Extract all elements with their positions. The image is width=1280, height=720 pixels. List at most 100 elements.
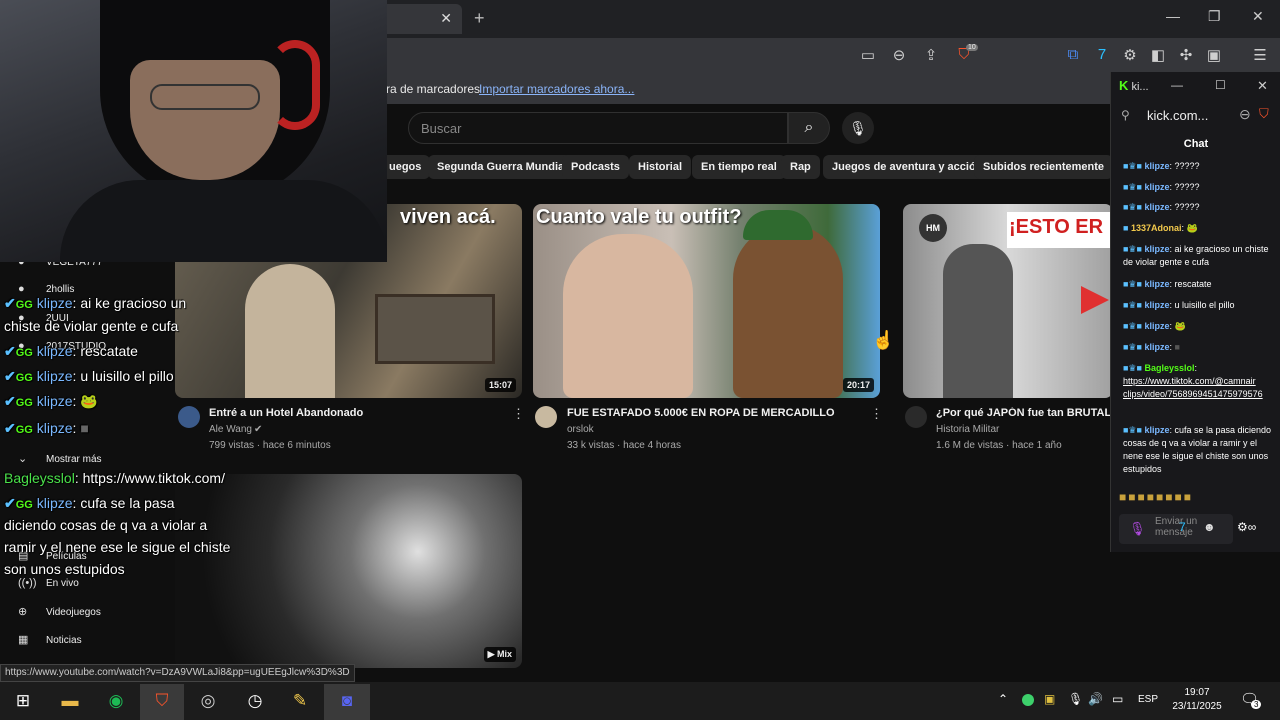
menu-icon[interactable]: ☰ (1250, 46, 1270, 64)
windows-start-icon[interactable]: ⊞ (8, 689, 38, 713)
app-icon[interactable]: ✎ (285, 689, 315, 713)
chat-settings-icon[interactable]: ⚙∞ (1237, 520, 1256, 534)
microphone-icon[interactable]: 🎙 (1129, 521, 1146, 537)
kick-message-input[interactable]: 🎙 Enviar un mensaje 7 ☻ (1119, 514, 1233, 544)
kick-chat-message: ■♛■ Bagleysslol: https://www.tiktok.com/… (1123, 363, 1263, 399)
taskbar-clock[interactable]: 19:07 23/11/2025 (1168, 686, 1226, 714)
translate-icon[interactable]: ⧉ (1063, 46, 1083, 63)
sidebar-item-noticias[interactable]: ▦ Noticias (18, 633, 82, 646)
link-status-bar: https://www.youtube.com/watch?v=DzA9VWLa… (0, 664, 355, 682)
news-icon: ▦ (18, 634, 29, 646)
chip-podcasts[interactable]: Podcasts (562, 155, 629, 179)
video-title-2[interactable]: FUE ESTAFADO 5.000€ EN ROPA DE MERCADILL… (567, 407, 835, 419)
video-title-1[interactable]: Entré a un Hotel Abandonado (209, 407, 363, 419)
sidebar-item-subscription[interactable]: ● 2hollis (18, 283, 74, 295)
video-meta-2: 33 k vistas · hace 4 horas (567, 440, 681, 451)
video-title-3[interactable]: ¿Por qué JAPÓN fue tan BRUTAL e (936, 407, 1112, 419)
kick-chat-message: ■♛■ klipze: ????? (1123, 182, 1200, 192)
brave-browser-icon[interactable]: ⛉ (147, 689, 177, 713)
clock-app-icon[interactable]: ◷ (240, 689, 270, 713)
emote-bar[interactable]: ■■■■■■■■ (1119, 490, 1275, 508)
chip-en-tiempo-real[interactable]: En tiempo real (692, 155, 786, 179)
kick-url[interactable]: kick.com... (1147, 108, 1208, 123)
cast-icon[interactable]: ▭ (858, 46, 878, 64)
volume-icon[interactable]: 🔊 (1088, 692, 1103, 706)
gamepad-icon: ⊕ (18, 606, 28, 618)
extension-2-icon[interactable]: ◧ (1148, 46, 1168, 64)
avatar[interactable] (535, 406, 557, 428)
chip-subidos-recientemente[interactable]: Subidos recientemente (974, 155, 1114, 179)
sidebar-item-en-vivo[interactable]: ((•)) En vivo (18, 577, 79, 589)
puzzle-icon[interactable]: ✣ (1176, 46, 1196, 64)
site-settings-icon[interactable]: ⚲ (1121, 108, 1130, 122)
emoji-icon[interactable]: ☻ (1203, 520, 1216, 534)
extension-7tv-icon[interactable]: 7 (1092, 46, 1112, 63)
mix-label: ▶ Mix (483, 647, 516, 662)
sidebar-show-more[interactable]: ⌄ Mostrar más (18, 452, 102, 465)
maximize-icon[interactable]: ❐ (1208, 8, 1221, 25)
minimize-icon[interactable]: — (1171, 78, 1183, 92)
more-options-icon[interactable]: ⋮ (870, 406, 883, 422)
spotify-icon[interactable]: ◉ (101, 689, 131, 713)
overlay-chat-line: son unos estupidos (4, 561, 125, 577)
sidebar-item-videojuegos[interactable]: ⊕ Videojuegos (18, 605, 101, 618)
discord-icon[interactable]: ◙ (332, 689, 362, 713)
chip-segunda-guerra[interactable]: Segunda Guerra Mundial (428, 155, 577, 179)
kick-chat-message: ■♛■ klipze: ai ke gracioso un chiste de … (1123, 244, 1269, 267)
video-thumbnail-2[interactable]: Cuanto vale tu outfit? 20:17 (533, 204, 880, 398)
maximize-icon[interactable]: ☐ (1215, 78, 1226, 92)
video-duration: 15:07 (484, 378, 516, 392)
search-placeholder: Buscar (421, 121, 462, 136)
chip-rap[interactable]: Rap (781, 155, 820, 179)
network-icon[interactable]: ▭ (1112, 692, 1123, 706)
zoom-icon[interactable]: ⊖ (1239, 106, 1251, 123)
avatar[interactable] (178, 406, 200, 428)
kick-logo-icon: K (1119, 78, 1129, 93)
obs-icon[interactable]: ◎ (193, 689, 223, 713)
new-tab-icon[interactable]: + (474, 8, 485, 29)
zoom-icon[interactable]: ⊖ (889, 46, 909, 64)
file-explorer-icon[interactable]: ▬ (55, 689, 85, 713)
thumbnail-figure (943, 244, 1013, 398)
close-window-icon[interactable]: ✕ (1252, 8, 1264, 25)
kick-chat-header: Chat (1183, 138, 1209, 150)
video-thumbnail-3[interactable]: ¡ESTO ER HM (903, 204, 1113, 398)
more-options-icon[interactable]: ⋮ (512, 406, 525, 422)
chip-juegos-aventura[interactable]: Juegos de aventura y acción (823, 155, 992, 179)
video-thumbnail-mix[interactable]: ▶ Mix (175, 474, 522, 668)
close-tab-icon[interactable]: ✕ (440, 10, 452, 27)
extension-7tv-icon[interactable]: 7 (1179, 520, 1186, 534)
microphone-icon[interactable]: 🎙 (1068, 692, 1083, 706)
kick-chat-window: K ki... — ☐ ✕ ⚲ kick.com... ⊖ ⛉ Chat ■♛■… (1110, 72, 1280, 552)
video-channel-3[interactable]: Historia Militar (936, 424, 999, 435)
minimize-icon[interactable]: — (1166, 8, 1180, 24)
thumbnail-person (245, 264, 335, 398)
chevron-down-icon: ⌄ (18, 453, 28, 465)
video-channel-1[interactable]: Ale Wang (209, 424, 252, 435)
tray-app-icon[interactable]: ▣ (1044, 692, 1055, 706)
cursor-hand-icon: ☝ (872, 330, 895, 350)
extension-icon[interactable]: ⚙ (1120, 46, 1140, 64)
microphone-icon[interactable]: 🎙 (842, 112, 874, 144)
avatar: ● (18, 283, 25, 295)
language-indicator[interactable]: ESP (1138, 694, 1158, 705)
video-meta-3: 1.6 M de vistas · hace 1 año (936, 440, 1062, 451)
search-input[interactable]: Buscar (408, 112, 788, 144)
import-bookmarks-link[interactable]: Importar marcadores ahora... (479, 82, 634, 96)
close-window-icon[interactable]: ✕ (1257, 78, 1268, 94)
kick-chat-link[interactable]: https://www.tiktok.com/@camnair clips/vi… (1123, 376, 1263, 399)
webcam-overlay (0, 0, 387, 262)
chevron-up-icon[interactable]: ⌃ (998, 692, 1008, 706)
bookmarks-text: ra de marcadores (386, 82, 481, 96)
brave-shield-icon[interactable]: ⛉ (1259, 106, 1269, 122)
avatar[interactable] (905, 406, 927, 428)
chip-juegos[interactable]: uegos (380, 155, 431, 179)
thumbnail-beanie (743, 210, 813, 240)
chip-historial[interactable]: Historial (629, 155, 692, 179)
thumbnail-text: Cuanto vale tu outfit? (536, 206, 742, 228)
sidebar-icon[interactable]: ▣ (1204, 46, 1224, 64)
share-icon[interactable]: ⇪ (921, 46, 941, 64)
tray-status-icon[interactable] (1022, 694, 1034, 706)
search-icon[interactable]: ⌕ (788, 112, 830, 144)
video-channel-2[interactable]: orslok (567, 424, 594, 435)
